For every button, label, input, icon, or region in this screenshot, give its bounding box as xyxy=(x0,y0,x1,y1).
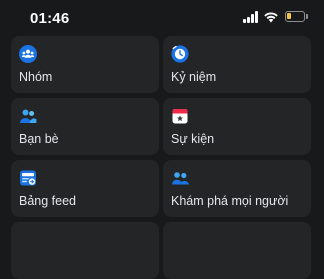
menu-item-label: Khám phá mọi người xyxy=(171,194,289,208)
battery-level xyxy=(287,13,291,19)
memories-clock-icon xyxy=(171,45,189,63)
wifi-icon xyxy=(264,12,278,23)
battery-icon xyxy=(285,11,305,22)
menu-item-label: Sự kiện xyxy=(171,132,215,146)
menu-item-partial[interactable] xyxy=(11,222,159,279)
find-people-icon xyxy=(172,172,189,185)
menu-item-find-people[interactable]: Khám phá mọi người xyxy=(163,160,311,217)
feeds-icon xyxy=(20,170,36,186)
menu-item-groups[interactable]: Nhóm xyxy=(11,36,159,93)
menu-item-label: Kỷ niệm xyxy=(171,70,217,84)
menu-item-events[interactable]: Sự kiện xyxy=(163,98,311,155)
friends-icon xyxy=(20,109,37,123)
status-bar: 01:46 xyxy=(0,0,324,32)
groups-icon xyxy=(19,45,37,63)
battery-tip xyxy=(306,14,308,19)
menu-item-label: Nhóm xyxy=(19,70,53,84)
menu-item-feeds[interactable]: Bảng feed xyxy=(11,160,159,217)
menu-item-partial[interactable] xyxy=(163,222,311,279)
events-calendar-icon xyxy=(172,109,188,124)
menu-item-friends[interactable]: Bạn bè xyxy=(11,98,159,155)
menu-item-label: Bạn bè xyxy=(19,132,59,146)
menu-item-label: Bảng feed xyxy=(19,194,76,208)
cellular-signal-icon xyxy=(243,11,260,23)
status-time: 01:46 xyxy=(30,10,70,27)
menu-item-memories[interactable]: Kỷ niệm xyxy=(163,36,311,93)
